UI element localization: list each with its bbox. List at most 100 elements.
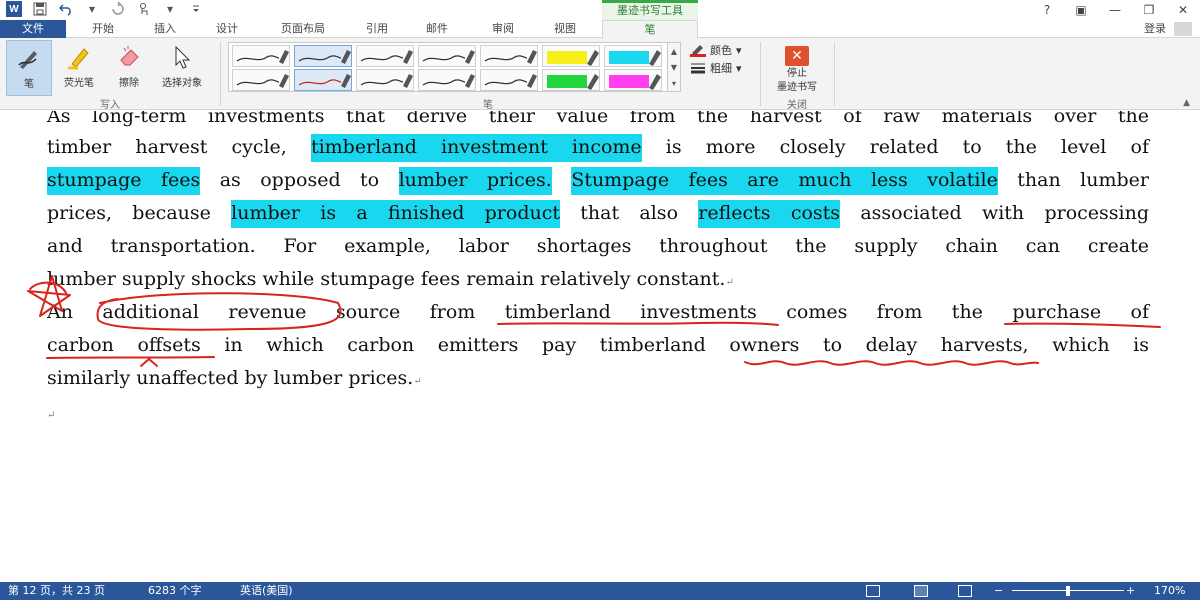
tab-design[interactable]: 设计	[206, 20, 248, 38]
scroll-down-icon[interactable]: ▼	[671, 63, 677, 72]
paragraph-mark: ↵	[47, 410, 56, 421]
pen-style-option[interactable]	[294, 69, 352, 91]
tab-insert[interactable]: 插入	[144, 20, 186, 38]
pen-style-option[interactable]	[480, 45, 538, 67]
window-controls: ? ▣ — ❐ ✕	[1030, 0, 1200, 20]
zoom-slider-thumb[interactable]	[1066, 586, 1070, 596]
undo-dropdown-icon[interactable]: ▾	[84, 1, 100, 17]
pen-style-option[interactable]	[418, 69, 476, 91]
pen-style-option[interactable]	[480, 69, 538, 91]
ink-tools-context-header: 墨迹书写工具	[602, 0, 698, 20]
touch-mode-icon[interactable]	[136, 1, 152, 17]
pen-style-option[interactable]	[232, 69, 290, 91]
highlighter-swatch-icon	[547, 74, 599, 90]
tab-file[interactable]: 文件	[0, 20, 66, 38]
tab-home[interactable]: 开始	[82, 20, 124, 38]
read-mode-icon[interactable]	[866, 585, 880, 597]
zoom-out-button[interactable]: −	[994, 582, 1003, 600]
minimize-button[interactable]: —	[1098, 0, 1132, 20]
highlighted-text: lumber prices.	[398, 167, 552, 195]
save-icon[interactable]	[32, 1, 48, 17]
ribbon-panel: 笔 荧光笔 擦除 选择对象 写入 ▲ ▼ ▾ 颜色 ▾ 粗细 ▾ 笔 ✕ 停止 …	[0, 38, 1200, 111]
gallery-scroll-controls[interactable]: ▲ ▼ ▾	[667, 42, 681, 92]
pen-stroke-icon	[298, 74, 351, 88]
pen-style-option[interactable]	[418, 45, 476, 67]
ribbon-display-options-button[interactable]: ▣	[1064, 0, 1098, 20]
pen-tool-button[interactable]: 笔	[6, 40, 52, 96]
gallery-more-icon[interactable]: ▾	[672, 79, 676, 88]
highlighter-swatch-icon	[547, 50, 599, 66]
customize-qat-icon[interactable]	[188, 1, 204, 17]
stop-inking-button[interactable]: ✕ 停止 墨迹书写	[766, 42, 828, 98]
select-objects-tool-button[interactable]: 选择对象	[156, 40, 208, 96]
text-run: associated with processing	[840, 202, 1149, 224]
text-run	[552, 169, 571, 191]
pen-style-option[interactable]	[604, 45, 662, 67]
document-canvas[interactable]: As long-term investments that derive the…	[0, 111, 1200, 582]
pen-style-option[interactable]	[294, 45, 352, 67]
text-line[interactable]: carbon offsets in which carbon emitters …	[47, 334, 1149, 356]
eraser-icon	[115, 43, 143, 71]
tab-page-layout[interactable]: 页面布局	[268, 20, 338, 38]
tab-review[interactable]: 审阅	[482, 20, 524, 38]
pen-stroke-icon	[484, 74, 537, 88]
write-group-label: 写入	[100, 100, 120, 111]
paragraph-mark: ↵	[725, 277, 734, 288]
touch-dropdown-icon[interactable]: ▾	[162, 1, 178, 17]
text-run: as opposed to	[200, 169, 399, 191]
stop-inking-label-line1: 停止	[787, 68, 807, 79]
help-button[interactable]: ?	[1030, 0, 1064, 20]
collapse-ribbon-icon[interactable]: ▲	[1183, 98, 1190, 108]
pen-thickness-icon	[691, 63, 705, 74]
highlighted-text: reflects costs	[698, 200, 841, 228]
word-app-icon[interactable]: W	[6, 1, 22, 17]
language-status[interactable]: 英语(美国)	[240, 582, 293, 600]
close-button[interactable]: ✕	[1166, 0, 1200, 20]
tab-view[interactable]: 视图	[544, 20, 586, 38]
pen-style-option[interactable]	[542, 69, 600, 91]
scroll-up-icon[interactable]: ▲	[671, 47, 677, 56]
undo-icon[interactable]	[58, 1, 74, 17]
pen-style-option[interactable]	[232, 45, 290, 67]
text-line[interactable]: ↵	[47, 401, 1149, 423]
pen-thickness-button[interactable]: 粗细 ▾	[690, 60, 742, 76]
text-run: carbon offsets in which carbon emitters …	[47, 334, 1149, 356]
pen-color-icon	[690, 45, 706, 57]
eraser-tool-button[interactable]: 擦除	[106, 40, 152, 96]
text-line[interactable]: and transportation. For example, labor s…	[47, 235, 1149, 257]
text-line[interactable]: timber harvest cycle, timberland investm…	[47, 134, 1149, 162]
text-run: lumber supply shocks while stumpage fees…	[47, 268, 726, 290]
zoom-level[interactable]: 170%	[1154, 582, 1185, 600]
text-line[interactable]: prices, because lumber is a finished pro…	[47, 200, 1149, 228]
word-count-status[interactable]: 6283 个字	[148, 582, 202, 600]
page-count-status[interactable]: 第 12 页，共 23 页	[8, 582, 105, 600]
pen-stroke-icon	[298, 50, 351, 64]
pen-style-option[interactable]	[356, 45, 414, 67]
avatar[interactable]	[1174, 22, 1192, 36]
text-line[interactable]: An additional revenue source from timber…	[47, 301, 1149, 323]
sign-in-link[interactable]: 登录	[1144, 20, 1166, 38]
eraser-tool-label: 擦除	[119, 78, 139, 89]
text-line[interactable]: similarly unaffected by lumber prices.↵	[47, 367, 1149, 389]
tab-references[interactable]: 引用	[356, 20, 398, 38]
zoom-in-button[interactable]: +	[1126, 582, 1135, 600]
text-line[interactable]: stumpage fees as opposed to lumber price…	[47, 167, 1149, 195]
redo-icon[interactable]	[110, 1, 126, 17]
text-line[interactable]: lumber supply shocks while stumpage fees…	[47, 268, 1149, 290]
print-layout-icon[interactable]	[914, 585, 928, 597]
highlighter-tool-button[interactable]: 荧光笔	[56, 40, 102, 96]
highlighted-text: Stumpage fees are much less volatile	[571, 167, 998, 195]
tab-mailings[interactable]: 邮件	[416, 20, 458, 38]
pen-color-button[interactable]: 颜色 ▾	[690, 42, 742, 58]
pen-style-option[interactable]	[542, 45, 600, 67]
text-run: is more closely related to the level of	[641, 136, 1149, 158]
pen-style-option[interactable]	[604, 69, 662, 91]
web-layout-icon[interactable]	[958, 585, 972, 597]
text-line[interactable]: As long-term investments that derive the…	[47, 111, 1149, 127]
quick-access-toolbar: W ▾ ▾	[6, 1, 204, 17]
ribbon-separator	[834, 42, 835, 106]
pen-stroke-icon	[236, 50, 289, 64]
restore-button[interactable]: ❐	[1132, 0, 1166, 20]
pen-style-option[interactable]	[356, 69, 414, 91]
tab-pens[interactable]: 笔	[602, 20, 698, 39]
